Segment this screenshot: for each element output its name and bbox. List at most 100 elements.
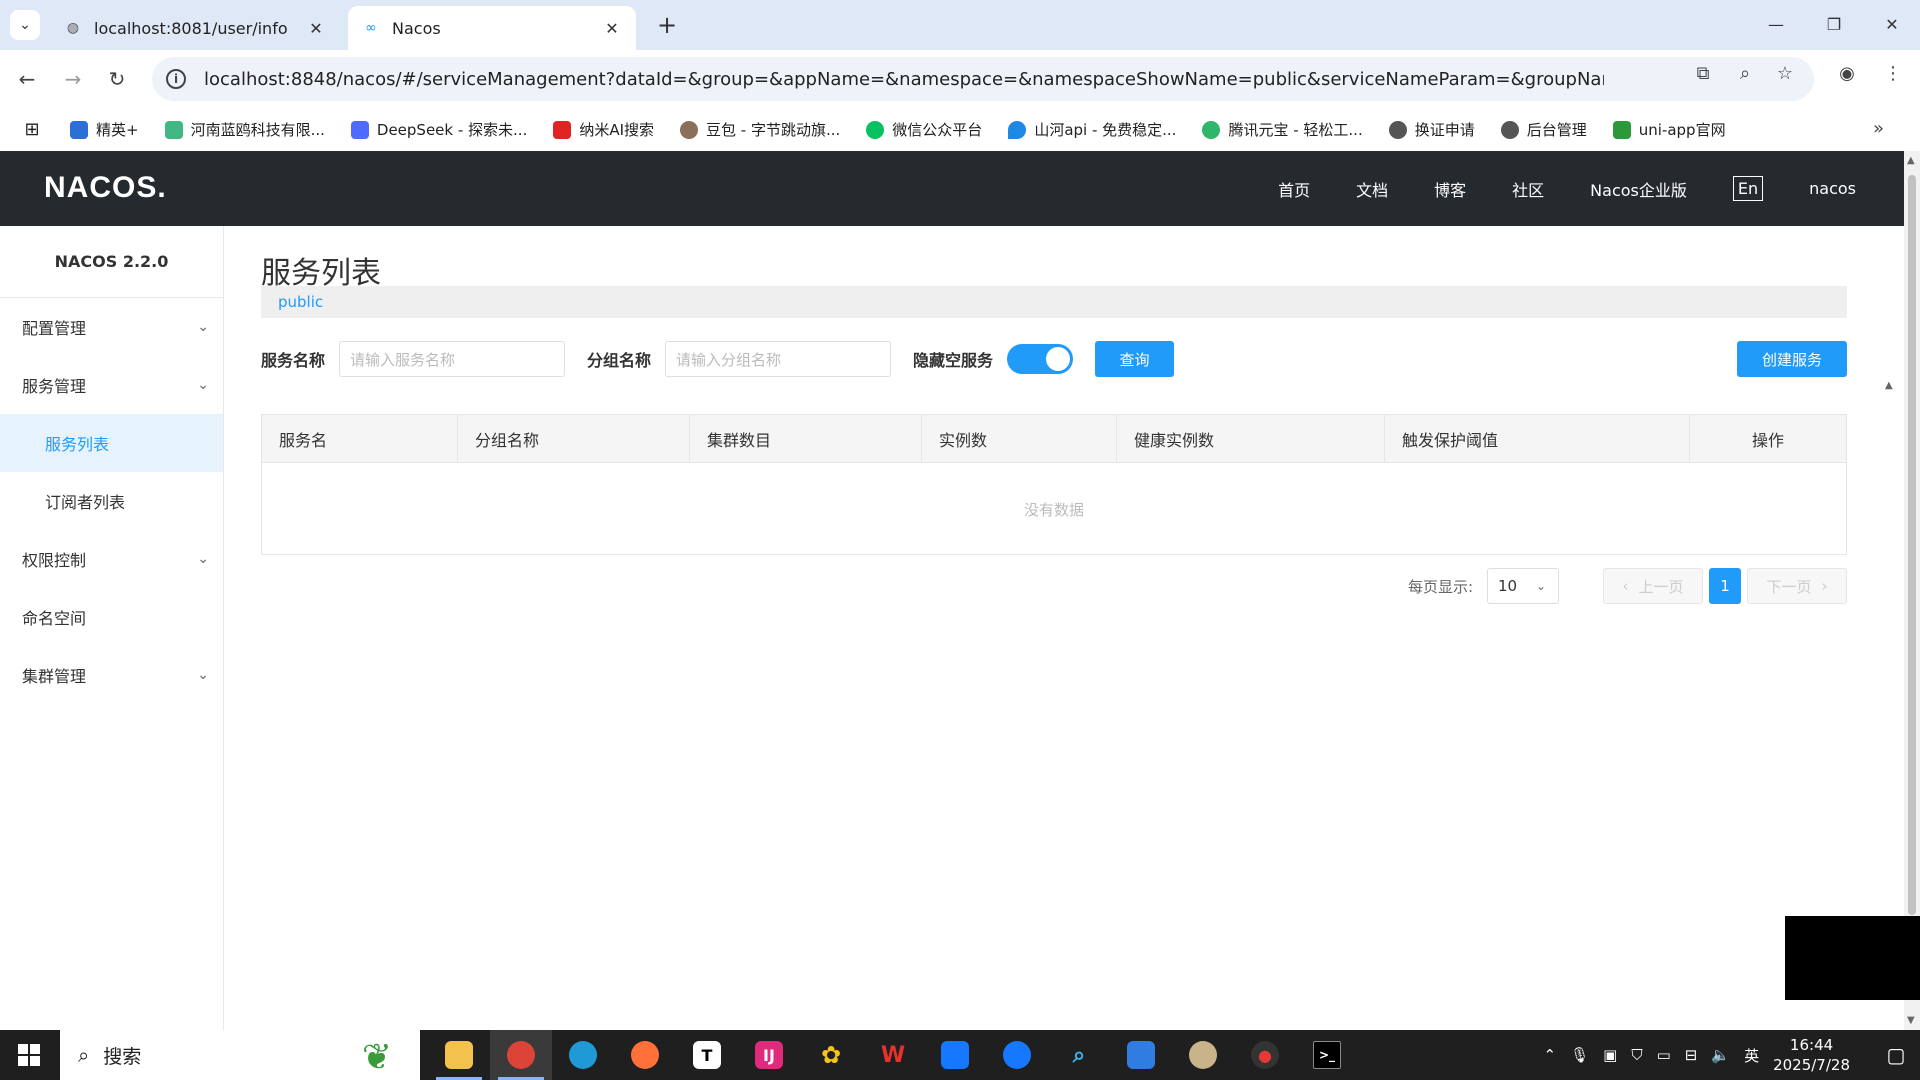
more-bookmarks-icon[interactable]: »: [1873, 118, 1884, 139]
baidu-app[interactable]: ✿: [800, 1030, 862, 1080]
nav-community[interactable]: 社区: [1512, 177, 1544, 201]
hide-empty-toggle[interactable]: [1007, 344, 1074, 374]
tab-nacos[interactable]: ∞ Nacos ✕: [348, 6, 636, 50]
bookmark-item[interactable]: DeepSeek - 探索未...: [350, 119, 527, 140]
page-scrollbar[interactable]: ▲ ▼: [1904, 151, 1920, 1030]
close-icon[interactable]: ✕: [306, 19, 326, 38]
reload-button[interactable]: ↻: [102, 64, 132, 94]
next-page-button[interactable]: 下一页 ›: [1747, 568, 1847, 604]
notification-icon[interactable]: ▢: [1872, 1030, 1920, 1080]
display-icon[interactable]: ▣: [1603, 1046, 1617, 1064]
taskbar-apps: T IJ ✿ W ⌕ ● >_: [428, 1030, 1358, 1080]
prev-page-button[interactable]: ‹ 上一页: [1603, 568, 1703, 604]
feishu-app[interactable]: [924, 1030, 986, 1080]
plant-icon: ❦: [361, 1037, 392, 1078]
recorder-app[interactable]: ●: [1234, 1030, 1296, 1080]
bookmark-item[interactable]: 山河api - 免费稳定...: [1008, 119, 1176, 140]
language-toggle[interactable]: En: [1732, 176, 1764, 201]
edge-app[interactable]: [552, 1030, 614, 1080]
apps-grid-icon[interactable]: ⊞: [20, 118, 44, 142]
query-button[interactable]: 查询: [1095, 341, 1175, 377]
restore-button[interactable]: ❐: [1810, 8, 1858, 40]
chevron-up-icon[interactable]: ⌃: [1544, 1046, 1557, 1064]
bookmark-item[interactable]: 纳米AI搜索: [553, 119, 654, 140]
sidebar-item-config[interactable]: 配置管理 ⌄: [0, 298, 223, 356]
translate-icon[interactable]: ⧉: [1690, 60, 1716, 86]
magnifier-app[interactable]: ⌕: [1048, 1030, 1110, 1080]
edge-icon: [569, 1041, 597, 1069]
dingtalk-app[interactable]: [986, 1030, 1048, 1080]
bookmark-item[interactable]: 精英+: [70, 119, 139, 140]
bookmark-item[interactable]: 河南蓝鸥科技有限...: [164, 119, 325, 140]
service-name-input[interactable]: 请输入服务名称: [339, 341, 566, 377]
chevron-down-icon: ⌄: [19, 17, 31, 33]
bookmark-star-icon[interactable]: ☆: [1772, 60, 1798, 86]
nav-home[interactable]: 首页: [1278, 177, 1310, 201]
sidebar-item-namespace[interactable]: 命名空间: [0, 588, 223, 646]
create-service-button[interactable]: 创建服务: [1737, 341, 1847, 377]
per-page-select[interactable]: 10 ⌄: [1487, 568, 1559, 604]
sidebar-item-auth[interactable]: 权限控制 ⌄: [0, 530, 223, 588]
terminal-app[interactable]: >_: [1296, 1030, 1358, 1080]
nacos-topbar: NACOS. 首页 文档 博客 社区 Nacos企业版 En nacos: [0, 151, 1904, 226]
tab-user-info[interactable]: ◍ localhost:8081/user/info ✕: [50, 6, 340, 50]
top-nav: 首页 文档 博客 社区 Nacos企业版 En nacos: [1232, 151, 1856, 226]
nav-blog[interactable]: 博客: [1434, 177, 1466, 201]
address-bar[interactable]: i localhost:8848/nacos/#/serviceManageme…: [152, 57, 1814, 101]
paint-app[interactable]: [1172, 1030, 1234, 1080]
microphone-icon[interactable]: 🎙: [1570, 1046, 1589, 1064]
bookmark-item[interactable]: 换证申请: [1388, 119, 1475, 140]
window-close-button[interactable]: ✕: [1868, 8, 1916, 40]
photos-app[interactable]: [1110, 1030, 1172, 1080]
scroll-thumb[interactable]: [1908, 175, 1916, 915]
sidebar-item-cluster[interactable]: 集群管理 ⌄: [0, 646, 223, 704]
forward-button[interactable]: →: [58, 64, 88, 94]
network-icon[interactable]: ⊟: [1685, 1046, 1698, 1064]
back-button[interactable]: ←: [12, 64, 42, 94]
sidebar-item-subscriber-list[interactable]: 订阅者列表: [0, 472, 223, 530]
page-number-current[interactable]: 1: [1709, 568, 1741, 604]
nav-docs[interactable]: 文档: [1356, 177, 1388, 201]
intellij-app[interactable]: IJ: [738, 1030, 800, 1080]
new-tab-button[interactable]: +: [652, 10, 682, 40]
zoom-icon[interactable]: ⌕: [1732, 60, 1758, 86]
scroll-down-icon[interactable]: ▼: [1907, 1015, 1915, 1026]
user-menu[interactable]: nacos: [1809, 179, 1856, 198]
battery-icon[interactable]: ▭: [1657, 1046, 1671, 1064]
minimize-button[interactable]: —: [1752, 8, 1800, 40]
firefox-app[interactable]: [614, 1030, 676, 1080]
file-explorer-app[interactable]: [428, 1030, 490, 1080]
taskbar-search[interactable]: ⌕ 搜索 ❦: [60, 1030, 420, 1080]
wechat-icon: [866, 120, 885, 139]
shield-icon[interactable]: ⛉: [1631, 1046, 1642, 1064]
scroll-up-icon[interactable]: ▲: [1907, 155, 1915, 166]
wps-app[interactable]: W: [862, 1030, 924, 1080]
start-button[interactable]: [0, 1030, 58, 1080]
clock[interactable]: 16:44 2025/7/28: [1773, 1035, 1850, 1075]
close-icon[interactable]: ✕: [602, 19, 622, 38]
sidebar-item-service-list[interactable]: 服务列表: [0, 414, 223, 472]
typora-app[interactable]: T: [676, 1030, 738, 1080]
bookmark-item[interactable]: 后台管理: [1500, 119, 1587, 140]
ime-indicator[interactable]: 英: [1744, 1045, 1759, 1066]
bookmark-item[interactable]: uni-app官网: [1612, 119, 1726, 140]
bookmark-item[interactable]: 微信公众平台: [866, 119, 982, 140]
profile-icon[interactable]: ◉: [1834, 60, 1860, 86]
group-name-input[interactable]: 请输入分组名称: [665, 341, 892, 377]
nav-enterprise[interactable]: Nacos企业版: [1590, 177, 1687, 201]
namespace-bar: public: [261, 286, 1847, 318]
scroll-up-arrow-icon[interactable]: ▲: [1885, 380, 1893, 391]
folder-icon: [445, 1041, 473, 1069]
bookmark-item[interactable]: 腾讯元宝 - 轻松工...: [1202, 119, 1363, 140]
site-info-icon[interactable]: i: [166, 69, 186, 89]
nacos-logo[interactable]: NACOS.: [44, 171, 167, 205]
speaker-icon[interactable]: 🔈: [1711, 1046, 1730, 1064]
menu-kebab-icon[interactable]: ⋮: [1880, 60, 1906, 86]
sidebar-item-service[interactable]: 服务管理 ⌄: [0, 356, 223, 414]
url-text: localhost:8848/nacos/#/serviceManagement…: [204, 68, 1604, 90]
tab-search-dropdown[interactable]: ⌄: [10, 10, 40, 40]
bookmark-item[interactable]: 豆包 - 字节跳动旗...: [680, 119, 840, 140]
namespace-link[interactable]: public: [278, 293, 323, 311]
clock-date: 2025/7/28: [1773, 1056, 1850, 1074]
chrome-app[interactable]: [490, 1030, 552, 1080]
